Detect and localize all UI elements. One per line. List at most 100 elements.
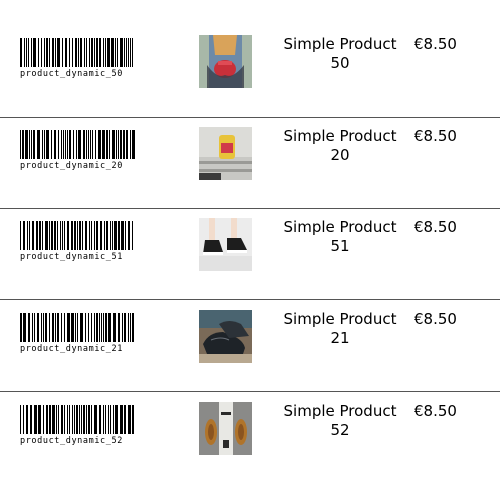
barcode-bar — [76, 405, 78, 434]
barcode-bar — [76, 130, 77, 159]
barcode-bar — [36, 221, 38, 250]
barcode-bar — [124, 405, 126, 434]
barcode-bar — [106, 221, 108, 250]
barcode-bar — [104, 221, 105, 250]
barcode-bar — [98, 130, 101, 159]
barcode-bar — [91, 38, 93, 67]
barcode-bar — [130, 38, 131, 67]
barcode-bar — [91, 313, 92, 342]
barcode-bar — [96, 313, 98, 342]
barcode-bar — [23, 221, 25, 250]
product-name[interactable]: Simple Product 50 — [280, 35, 400, 73]
barcode-bar — [82, 221, 83, 250]
barcode-bar — [89, 221, 90, 250]
barcode-bar — [62, 38, 63, 67]
barcode-bar — [126, 130, 128, 159]
row-divider — [0, 391, 500, 392]
barcode-bar — [57, 221, 58, 250]
product-thumbnail[interactable] — [199, 35, 252, 88]
barcode-bar — [94, 313, 95, 342]
barcode-bar — [111, 38, 114, 67]
barcode-bar — [42, 221, 43, 250]
barcode-bar — [108, 405, 109, 434]
barcode-bar — [20, 221, 21, 250]
barcode-bar — [75, 313, 76, 342]
barcode-bar — [67, 221, 69, 250]
barcode-bar — [46, 38, 48, 67]
barcode-bar — [63, 130, 64, 159]
barcode-bar — [96, 221, 98, 250]
barcode-bar — [99, 405, 101, 434]
barcode-bar — [46, 405, 48, 434]
product-thumbnail[interactable] — [199, 127, 252, 180]
barcode-bar — [54, 130, 56, 159]
barcode-image — [20, 405, 134, 434]
product-name-line1: Simple Product — [283, 218, 397, 236]
product-price: €8.50 — [414, 127, 457, 145]
row-divider — [0, 299, 500, 300]
barcode-bar — [67, 130, 68, 159]
barcode-bar — [77, 221, 78, 250]
barcode-bar — [49, 313, 50, 342]
barcode-bar — [122, 313, 123, 342]
product-thumbnail[interactable] — [199, 402, 252, 455]
product-name-line2: 50 — [330, 54, 350, 72]
barcode-bar — [64, 405, 65, 434]
barcode-bar — [118, 313, 120, 342]
brown-shoes-flatlay-photo — [199, 402, 252, 455]
barcode-image — [20, 221, 133, 250]
barcode-bar — [37, 313, 39, 342]
barcode-bar — [89, 38, 90, 67]
barcode-bar — [58, 405, 59, 434]
barcode-bar — [20, 405, 21, 434]
barcode-bar — [55, 313, 56, 342]
product-sku: product_dynamic_21 — [20, 344, 123, 354]
barcode-bar — [95, 130, 96, 159]
product-price: €8.50 — [414, 218, 457, 236]
barcode-bar — [99, 313, 100, 342]
barcode-bar — [86, 130, 87, 159]
barcode-bar — [43, 405, 44, 434]
product-name-line2: 20 — [330, 146, 350, 164]
barcode-bar — [112, 221, 113, 250]
person-holding-red-cup-photo — [199, 35, 252, 88]
barcode-bar — [33, 130, 35, 159]
product-name[interactable]: Simple Product 51 — [280, 218, 400, 256]
barcode-bar — [20, 313, 22, 342]
barcode-bar — [29, 130, 30, 159]
barcode-bar — [49, 38, 50, 67]
barcode-bar — [80, 313, 83, 342]
barcode-bar — [115, 38, 116, 67]
barcode-bar — [25, 130, 28, 159]
barcode-bar — [86, 38, 87, 67]
barcode-bar — [51, 130, 52, 159]
barcode-bar — [23, 313, 26, 342]
product-name-line1: Simple Product — [283, 310, 397, 328]
barcode-bar — [57, 313, 59, 342]
barcode-bar — [126, 38, 127, 67]
product-sku: product_dynamic_52 — [20, 436, 123, 446]
product-sku: product_dynamic_51 — [20, 252, 123, 262]
barcode-bar — [91, 221, 92, 250]
barcode-bar — [94, 221, 95, 250]
product-thumbnail[interactable] — [199, 310, 252, 363]
barcode-bar — [32, 221, 34, 250]
product-name-line1: Simple Product — [283, 35, 397, 53]
barcode-bar — [43, 313, 44, 342]
barcode-bar — [96, 38, 98, 67]
barcode-bar — [20, 38, 22, 67]
product-name-line1: Simple Product — [283, 127, 397, 145]
barcode-image — [20, 38, 133, 67]
barcode-bar — [125, 221, 126, 250]
product-thumbnail[interactable] — [199, 218, 252, 271]
product-name[interactable]: Simple Product 52 — [280, 402, 400, 440]
product-row[interactable]: product_dynamic_52 Simple Product 52 €8.… — [0, 402, 500, 497]
barcode-bar — [26, 405, 28, 434]
product-name[interactable]: Simple Product 21 — [280, 310, 400, 348]
barcode-bar — [37, 130, 40, 159]
barcode-bar — [34, 313, 35, 342]
barcode-bar — [113, 313, 116, 342]
barcode-bar — [108, 313, 111, 342]
product-name[interactable]: Simple Product 20 — [280, 127, 400, 165]
barcode-bar — [112, 130, 115, 159]
